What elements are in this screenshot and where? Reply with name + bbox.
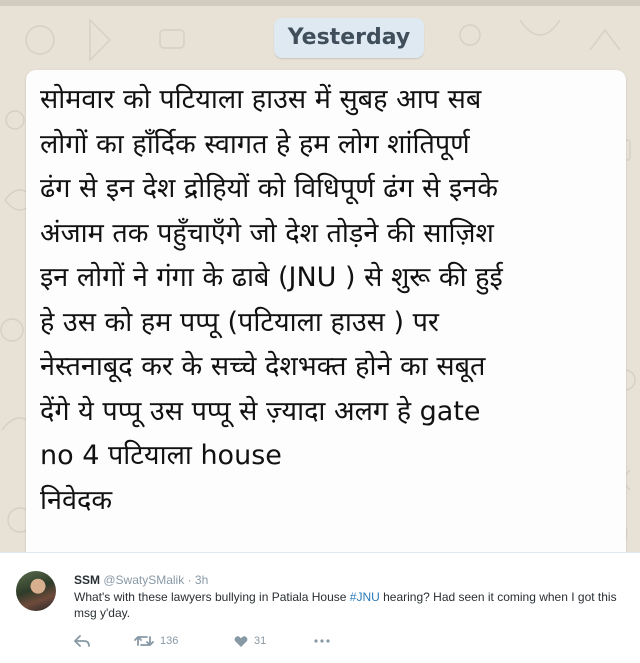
tweet-separator: · — [187, 573, 192, 587]
message-line: इन लोगों ने गंगा के ढाबे (JNU ) से शुरू … — [40, 262, 503, 293]
retweet-icon — [134, 636, 154, 646]
message-text: सोमवार को पटियाला हाउस में सुबह आप सब लो… — [40, 78, 620, 523]
message-line: हे उस को हम पप्पू (पटियाला हाउस ) पर — [40, 306, 439, 338]
tweet-timestamp[interactable]: 3h — [195, 573, 208, 587]
like-count: 31 — [254, 635, 267, 647]
like-button[interactable]: 31 — [234, 631, 266, 651]
message-line: सोमवार को पटियाला हाउस में सुबह आप सब — [40, 84, 482, 115]
hashtag-link[interactable]: #JNU — [350, 590, 380, 604]
message-line: अंजाम तक पहुँचाएँगे जो देश तोड़ने की साज… — [40, 217, 494, 249]
message-line: देंगे ये पप्पू उस पप्पू से ज़्यादा अलग ह… — [40, 395, 481, 427]
tweet-card[interactable]: SSM @SwatySMalik · 3h What's with these … — [0, 552, 640, 663]
retweet-button[interactable]: 136 — [134, 631, 178, 651]
message-signature: निवेदक — [40, 484, 113, 516]
tweet-text: What's with these lawyers bullying in Pa… — [74, 589, 619, 621]
reply-button[interactable] — [74, 631, 90, 651]
message-line: ढंग से इन देश द्रोहियों को विधिपूर्ण ढंग… — [40, 173, 498, 204]
retweet-count: 136 — [160, 635, 179, 647]
tweet-author-name[interactable]: SSM — [74, 573, 100, 587]
whatsapp-screenshot: Yesterday सोमवार को पटियाला हाउस में सुब… — [0, 0, 640, 552]
top-edge — [0, 0, 640, 6]
tweet-actions: 136 31 — [74, 631, 374, 651]
tweet-author-handle[interactable]: @SwatySMalik — [103, 573, 184, 587]
date-divider-pill: Yesterday — [274, 18, 424, 58]
tweet-header: SSM @SwatySMalik · 3h — [74, 571, 208, 589]
more-icon — [314, 639, 330, 643]
more-button[interactable] — [314, 631, 330, 651]
message-line: लोगों का हाँर्दिक स्वागत हे हम लोग शांति… — [40, 128, 470, 160]
message-line: नेस्तनाबूद कर के सच्चे देशभक्त होने का स… — [40, 351, 486, 382]
message-line: no 4 पटियाला house — [40, 440, 282, 471]
tweet-text-part: What's with these lawyers bullying in Pa… — [74, 590, 350, 604]
avatar[interactable] — [16, 571, 56, 611]
reply-icon — [74, 635, 90, 647]
heart-icon — [234, 635, 248, 647]
